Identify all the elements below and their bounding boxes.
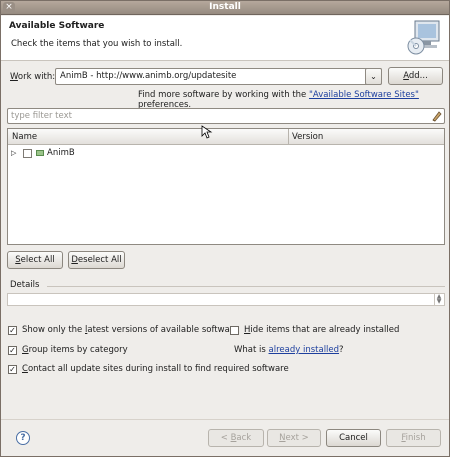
- row-name: AnimB: [47, 148, 75, 158]
- group-by-category-checkbox[interactable]: ✓: [8, 345, 17, 355]
- back-button[interactable]: < Back: [208, 429, 264, 447]
- install-wizard-icon: [407, 20, 440, 55]
- package-icon: [36, 150, 44, 156]
- what-is-installed-text: What is already installed?: [234, 345, 344, 355]
- latest-versions-option[interactable]: ✓ Show only the latest versions of avail…: [8, 325, 238, 335]
- details-text-area[interactable]: ▲ ▼: [7, 293, 445, 306]
- contact-update-sites-checkbox[interactable]: ✓: [8, 364, 17, 374]
- details-divider: [47, 286, 445, 287]
- already-installed-link[interactable]: already installed: [269, 345, 340, 355]
- hide-installed-checkbox[interactable]: [230, 325, 239, 335]
- tree-header: Name Version: [8, 129, 444, 145]
- work-with-combo[interactable]: AnimB - http://www.animb.org/updatesite …: [55, 68, 382, 85]
- hide-installed-label: Hide items that are already installed: [244, 325, 400, 335]
- column-separator[interactable]: [288, 129, 289, 144]
- wizard-header: Available Software Check the items that …: [1, 16, 449, 61]
- deselect-all-button[interactable]: Deselect All: [68, 251, 125, 269]
- eraser-icon[interactable]: [430, 110, 442, 122]
- window-title: Install: [209, 2, 241, 12]
- expand-arrow-icon[interactable]: ▷: [11, 149, 16, 157]
- available-software-sites-link[interactable]: "Available Software Sites": [309, 90, 419, 100]
- contact-update-sites-label: Contact all update sites during install …: [22, 364, 289, 374]
- group-by-category-label: Group items by category: [22, 345, 128, 355]
- latest-versions-label: Show only the latest versions of availab…: [22, 325, 239, 335]
- install-dialog: × Install Available Software Check the i…: [0, 0, 450, 457]
- page-title: Available Software: [9, 21, 105, 31]
- page-description: Check the items that you wish to install…: [11, 39, 183, 49]
- column-name[interactable]: Name: [12, 132, 37, 142]
- row-checkbox[interactable]: [23, 149, 32, 158]
- details-scrollbar[interactable]: ▲ ▼: [434, 294, 443, 305]
- group-by-category-option[interactable]: ✓ Group items by category: [8, 345, 128, 355]
- details-label: Details: [10, 280, 40, 290]
- work-with-label: Work with:: [10, 72, 56, 82]
- contact-update-sites-option[interactable]: ✓ Contact all update sites during instal…: [8, 364, 289, 374]
- find-more-text: Find more software by working with the "…: [138, 90, 419, 110]
- select-all-button[interactable]: Select All: [7, 251, 63, 269]
- cancel-button[interactable]: Cancel: [326, 429, 381, 447]
- help-icon[interactable]: ?: [16, 431, 30, 445]
- add-button[interactable]: Add...: [388, 67, 443, 85]
- column-version[interactable]: Version: [292, 132, 323, 142]
- filter-placeholder: type filter text: [11, 111, 72, 121]
- software-tree[interactable]: Name Version ▷ AnimB: [7, 128, 445, 245]
- chevron-down-icon[interactable]: ⌄: [365, 68, 382, 85]
- mouse-cursor-icon: [201, 125, 213, 139]
- next-button[interactable]: Next >: [267, 429, 321, 447]
- latest-versions-checkbox[interactable]: ✓: [8, 325, 17, 335]
- title-bar: × Install: [1, 1, 449, 15]
- finish-button[interactable]: Finish: [386, 429, 441, 447]
- filter-input[interactable]: type filter text: [7, 108, 445, 124]
- work-with-value: AnimB - http://www.animb.org/updatesite: [60, 71, 237, 81]
- hide-installed-option[interactable]: Hide items that are already installed: [230, 325, 399, 335]
- table-row[interactable]: ▷ AnimB: [8, 147, 444, 160]
- footer-divider: [1, 419, 449, 420]
